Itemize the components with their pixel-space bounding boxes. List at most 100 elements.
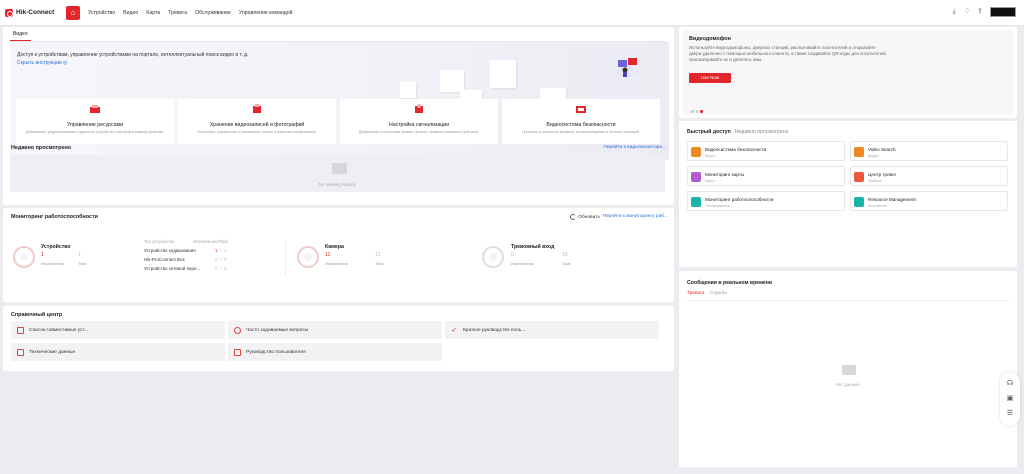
quick-security-video[interactable]: Видеосистема безопасности Видео [687,141,845,161]
feature-desc: Добавление и настройка правил тревоги, п… [358,130,480,134]
nav-team[interactable]: Управление командой [239,10,293,16]
promo-title: Видеодомофон [689,36,731,42]
feature-desc: Добавление, редактирование и удаление ус… [25,130,165,134]
storage-icon [253,104,261,113]
carousel-dot[interactable] [700,110,703,113]
device-exception-label: Исключения [41,261,64,266]
quick-access-card: Быстрый доступ Недавно просмотрено Видео… [679,121,1017,267]
tab-divider [687,300,1009,301]
feature-list: Управление ресурсами Добавление, редакти… [16,99,660,144]
feature-title: Управление ресурсами [66,122,123,128]
book-icon [234,348,241,356]
feature-desc: Настройка, управление и расписание запис… [197,130,317,134]
cube-shape [400,82,416,98]
nav-alarm[interactable]: Тревога [168,10,187,16]
divider [285,240,286,276]
app-name: Hik-Connect [16,9,55,16]
nav-maintenance[interactable]: Обслуживание [195,10,231,16]
download-icon[interactable]: ⤓ [950,8,958,16]
camera-total-label: Total [375,261,384,266]
support-icon[interactable]: ☊ [1006,380,1014,388]
go-to-health-monitoring-link[interactable]: Перейти к мониторингу раб... [603,214,668,219]
quick-map-monitoring[interactable]: Мониторинг карты Карта [687,166,845,186]
eye-icon: ◎ [63,60,68,66]
nav-map[interactable]: Карта [146,10,160,16]
carousel-dots [691,110,703,113]
map-icon [691,172,701,182]
use-now-button[interactable]: Use Now [689,73,731,83]
alarm-config-icon [415,104,423,113]
carousel-dot[interactable] [691,110,694,113]
refresh-icon [570,214,577,220]
feature-video-storage[interactable]: Хранение видеозаписей и фотографий Настр… [178,99,336,144]
tab-video[interactable]: Видео [10,31,31,41]
table-row-exc: 1 [215,248,218,253]
notification-icon[interactable]: ♢ [963,8,971,16]
device-gauge-icon [13,246,35,268]
home-button[interactable]: ⌂ [66,5,80,20]
help-quick-guide[interactable]: ➶ Краткое руководство поль... [445,321,659,339]
video-intercom-card: Видеодомофон Используйте видеодомофоны, … [679,27,1017,118]
feature-resource-management[interactable]: Управление ресурсами Добавление, редакти… [16,99,174,144]
device-total-count: 1 [78,252,81,258]
list-icon[interactable]: ☰ [1006,410,1014,418]
quick-resource-management[interactable]: Resource Management Устройство [850,191,1008,211]
table-row-exc: 0 [215,266,218,271]
app-logo[interactable]: Hik-Connect [5,8,60,17]
empty-video-icon [332,163,347,174]
carousel-dot[interactable] [695,110,698,113]
export-icon[interactable]: ⇪ [976,8,984,16]
empty-messages-icon [842,365,856,375]
quick-alarm-center[interactable]: Центр тревог Тревога [850,166,1008,186]
user-account-button[interactable] [990,7,1016,17]
video-search-icon [854,147,864,157]
help-faq[interactable]: Часто задаваемые вопросы [228,321,442,339]
feature-security-video[interactable]: Видеосистема безопасности Просмотр в реа… [502,99,660,144]
home-icon: ⌂ [70,8,76,17]
table-row-name: Устройство кодирования [144,248,196,253]
device-title: Устройство [41,244,71,250]
col-device-type: Тип устройства [144,239,175,244]
health-icon [691,197,701,207]
table-row-total: 0 [224,266,227,271]
tab-quick-access[interactable]: Быстрый доступ [687,129,731,135]
document-icon [17,348,24,356]
health-title: Мониторинг работоспособности [11,214,98,220]
camera-exception-count: 11 [325,252,331,258]
realtime-messages-card: Сообщения в реальном времени Тревога Слу… [679,271,1017,467]
feature-title: Видеосистема безопасности [546,122,616,128]
table-row-name: Устройство сетевой пере... [144,266,201,271]
cube-shape [440,70,464,92]
paper-plane-icon: ➶ [451,326,457,334]
top-right-actions: ⤓ ♢ ⇪ [945,7,1016,17]
book-icon[interactable]: ▣ [1006,395,1014,403]
refresh-button[interactable]: Обновить [570,214,600,220]
alarm-input-title: Тревожный вход [511,244,555,250]
tab-alarm[interactable]: Тревога [687,291,704,296]
feature-alarm-config[interactable]: Настройка сигнализации Добавление и наст… [340,99,498,144]
help-user-manual[interactable]: Руководство пользователя [228,343,442,361]
alarm-exception-count: 0 [511,252,514,258]
intro-banner: Доступ к устройствам, управление устройс… [10,42,669,160]
go-to-video-monitoring-link[interactable]: Перейти к видеомонитори... [603,145,666,150]
top-bar: Hik-Connect ⌂ Устройство Видео Карта Тре… [0,0,1024,26]
quick-video-search[interactable]: Video Search Видео [850,141,1008,161]
col-exc-total: Исключение/Total [193,239,228,244]
list-icon [17,326,24,334]
feature-desc: Просмотр в реальном времени, воспроизвед… [521,130,641,134]
nav-devices[interactable]: Устройство [88,10,115,16]
no-data-text: Нет данных. [835,382,861,387]
camera-icon [691,147,701,157]
help-compatible-devices[interactable]: Список совместимых уст... [11,321,225,339]
quick-health-monitoring[interactable]: Мониторинг работоспособности Обслуживание [687,191,845,211]
resource-icon [854,197,864,207]
hide-instructions-link[interactable]: Скрыть инструкции ◎ [17,60,67,66]
tab-recently-viewed[interactable]: Недавно просмотрено [735,129,789,135]
table-row-name: Hik-ProConnect Box [144,257,185,262]
intro-description: Доступ к устройствам, управление устройс… [17,52,249,58]
floating-toolbar: ☊ ▣ ☰ [1000,372,1020,426]
help-center-card: Справочный центр Список совместимых уст.… [3,306,674,371]
tab-service[interactable]: Служба [709,291,726,296]
nav-video[interactable]: Видео [123,10,138,16]
help-technical-data[interactable]: Технические данные [11,343,225,361]
